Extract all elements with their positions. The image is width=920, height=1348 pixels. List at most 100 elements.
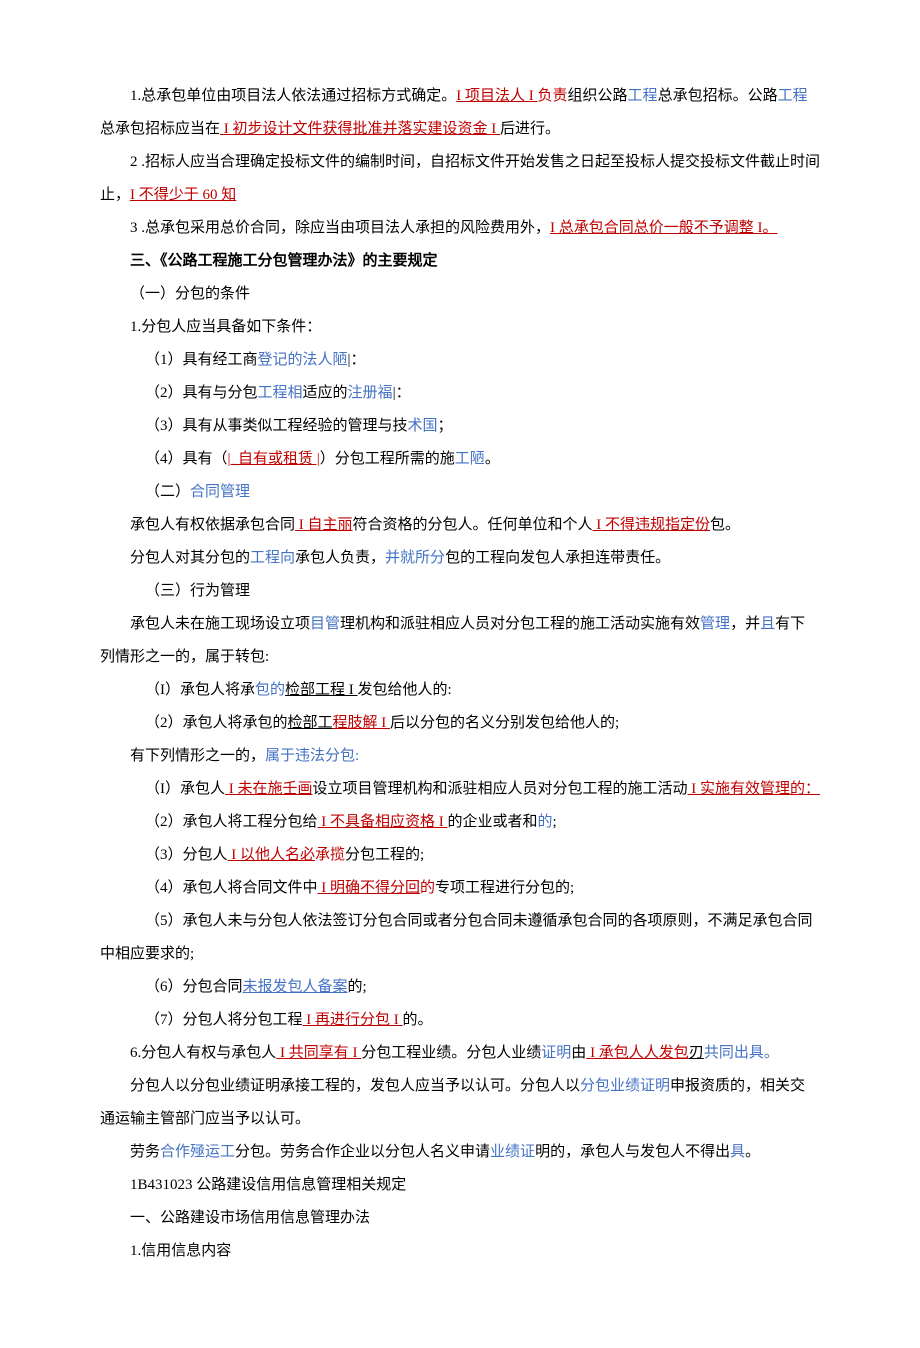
highlight: I 以他人名必 <box>228 847 316 863</box>
text: 且 <box>760 616 775 632</box>
section-2: （二）合同管理 <box>100 476 820 509</box>
text: 并就所分 <box>385 550 445 566</box>
text: （二） <box>145 484 190 500</box>
text: 后进行。 <box>500 121 560 137</box>
item-v5: （5）承包人未与分包人依法签订分包合同或者分包合同未遵循承包合同的各项原则，不满… <box>100 905 820 971</box>
text: 承包人有权依据承包合同 <box>130 517 295 533</box>
text: 分包工程业绩。分包人业绩 <box>361 1045 541 1061</box>
text: 总承包招标应当在 <box>100 121 220 137</box>
text: （7）分包人将分包工程 <box>145 1012 303 1028</box>
text: 具 <box>730 1144 745 1160</box>
text: （1）具有经工商 <box>145 352 258 368</box>
paragraph-26: 一、公路建设市场信用信息管理办法 <box>100 1202 820 1235</box>
text: （I）承包人将承 <box>145 682 255 698</box>
item-sub-2: （2）承包人将承包的检部工程肢解 I 后以分包的名义分别发包给他人的; <box>100 707 820 740</box>
text: |： <box>348 352 366 368</box>
section-3: （三）行为管理 <box>100 575 820 608</box>
text: 工陋 <box>455 451 485 467</box>
text: 的企业或者和 <box>448 814 538 830</box>
text: 总承包招标。公路 <box>658 88 778 104</box>
text: （4）具有（ <box>145 451 228 467</box>
highlight: I 再进行分包 I <box>303 1012 403 1028</box>
text: 的 <box>538 814 553 830</box>
text: 管理 <box>700 616 730 632</box>
text: 包的工程向发包人承担连带责任。 <box>445 550 670 566</box>
text: 专项工程进行分包的; <box>435 880 574 896</box>
item-4: （4）具有（|_自有或租赁 |）分包工程所需的施工陋。 <box>100 443 820 476</box>
paragraph-24: 劳务合作殛运工分包。劳务合作企业以分包人名义申请业绩证明的，承包人与发包人不得出… <box>100 1136 820 1169</box>
heading-3: 三、《公路工程施工分包管理办法》的主要规定 <box>100 245 820 278</box>
item-v7: （7）分包人将分包工程 I 再进行分包 I 的。 <box>100 1004 820 1037</box>
highlight: 程肢解 I <box>333 715 391 731</box>
text: 的; <box>348 979 367 995</box>
text: 组织公路 <box>568 88 628 104</box>
text: （3）具有从事类似工程经验的管理与技 <box>145 418 408 434</box>
text: 术国 <box>408 418 438 434</box>
highlight: I 共同享有 I <box>276 1045 361 1061</box>
highlight: I 总承包合同总价一般不予调整 I。 <box>550 220 778 236</box>
text: 分包。劳务合作企业以分包人名义申请 <box>235 1144 490 1160</box>
text: 6.分包人有权与承包人 <box>130 1045 276 1061</box>
text: ； <box>438 418 453 434</box>
text: 工程 <box>778 88 808 104</box>
text: 工程相 <box>258 385 303 401</box>
paragraph-25: 1B431023 公路建设信用信息管理相关规定 <box>100 1169 820 1202</box>
highlight: I 不得违规指定份 <box>593 517 711 533</box>
text: 适应的 <box>303 385 348 401</box>
text: 分包业绩证明 <box>580 1078 670 1094</box>
paragraph-14: 有下列情形之一的，属于违法分包: <box>100 740 820 773</box>
text: |： <box>393 385 411 401</box>
underline: 刃 <box>689 1045 704 1061</box>
text: 的。 <box>403 1012 433 1028</box>
item-v1: （I）承包人 I 未在施壬画设立项目管理机构和派驻相应人员对分包工程的施工活动 … <box>100 773 820 806</box>
text: 登记的法人陋 <box>258 352 348 368</box>
text: 理机构和派驻相应人员对分包工程的施工活动实施有效 <box>340 616 700 632</box>
highlight: I 初步设计文件获得批准并落实建设资金 I <box>220 121 500 137</box>
text: 负责 <box>538 88 568 104</box>
text: 发包给他人的: <box>358 682 452 698</box>
highlight: I 承包人人发包 <box>586 1045 689 1061</box>
paragraph-23: 分包人以分包业绩证明承接工程的，发包人应当予以认可。分包人以分包业绩证明申报资质… <box>100 1070 820 1136</box>
paragraph-2: 2 .招标人应当合理确定投标文件的编制时间，自招标文件开始发售之日起至投标人提交… <box>100 146 820 212</box>
highlight: I 未在施壬画 <box>225 781 313 797</box>
text: 目管 <box>310 616 340 632</box>
text: （2）具有与分包 <box>145 385 258 401</box>
highlight: I 项目法人 I <box>456 88 537 104</box>
text: 工程向 <box>250 550 295 566</box>
item-1: （1）具有经工商登记的法人陋|： <box>100 344 820 377</box>
underline: 未报发包人备案 <box>243 979 348 995</box>
text: 明的，承包人与发包人不得出 <box>535 1144 730 1160</box>
paragraph-11: 承包人未在施工现场设立项目管理机构和派驻相应人员对分包工程的施工活动实施有效管理… <box>100 608 820 674</box>
text: 共同出具。 <box>704 1045 779 1061</box>
text: 承揽 <box>315 847 345 863</box>
text: 属于违法分包: <box>265 748 359 764</box>
text: 。 <box>745 1144 760 1160</box>
text: （2）承包人将承包的 <box>145 715 288 731</box>
text: 劳务 <box>130 1144 160 1160</box>
item-3: （3）具有从事类似工程经验的管理与技术国； <box>100 410 820 443</box>
text: ，并 <box>730 616 760 632</box>
highlight: |_自有或租赁 | <box>228 451 320 467</box>
text: 的 <box>420 880 435 896</box>
highlight: I 不具备相应资格 I <box>318 814 448 830</box>
text: 分包人以分包业绩证明承接工程的，发包人应当予以认可。分包人以 <box>130 1078 580 1094</box>
text: 后以分包的名义分别发包给他人的; <box>390 715 619 731</box>
text: （I）承包人 <box>145 781 225 797</box>
paragraph-1: 1.总承包单位由项目法人依法通过招标方式确定。I 项目法人 I 负责组织公路工程… <box>100 80 820 146</box>
text: 包。 <box>710 517 740 533</box>
text: 符合资格的分包人。任何单位和个人 <box>353 517 593 533</box>
item-v2: （2）承包人将工程分包给 I 不具备相应资格 I 的企业或者和的; <box>100 806 820 839</box>
section-1: （一）分包的条件 <box>100 278 820 311</box>
item-v4: （4）承包人将合同文件中 I 明确不得分回的专项工程进行分包的; <box>100 872 820 905</box>
text: ; <box>553 814 557 830</box>
underline: 检部工 <box>288 715 333 731</box>
highlight: I 明确不得分回 <box>318 880 421 896</box>
text: （2）承包人将工程分包给 <box>145 814 318 830</box>
text: 承包人未在施工现场设立项 <box>130 616 310 632</box>
item-sub-1: （I）承包人将承包的检部工程 I 发包给他人的: <box>100 674 820 707</box>
text: 注册福 <box>348 385 393 401</box>
paragraph-27: 1.信用信息内容 <box>100 1235 820 1268</box>
text: （6）分包合同 <box>145 979 243 995</box>
paragraph-3: 3 .总承包采用总价合同，除应当由项目法人承担的风险费用外，I 总承包合同总价一… <box>100 212 820 245</box>
highlight: I 不得少于 60 知 <box>130 187 236 203</box>
